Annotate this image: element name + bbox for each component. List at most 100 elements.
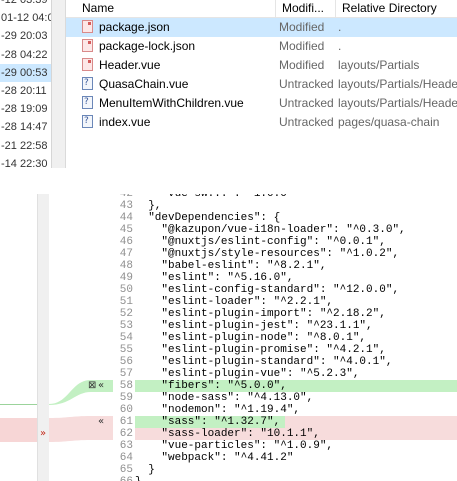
code-line[interactable]: "node-sass": "^4.13.0", <box>135 392 457 404</box>
date-item[interactable]: -12 03:39 <box>0 0 51 9</box>
date-item-selected[interactable]: -29 00:53 <box>0 63 51 82</box>
line-number: 49 <box>119 272 133 284</box>
code-line[interactable]: "sass": "^1.32.7", <box>135 416 457 428</box>
line-number: 52 <box>119 308 133 320</box>
line-number: 44 <box>119 212 133 224</box>
file-directory: layouts/Partials/Heade <box>338 96 457 110</box>
diff-connector <box>49 380 113 442</box>
line-number: 57 <box>119 368 133 380</box>
code-line[interactable]: "@nuxtjs/style-resources": "^1.0.2", <box>135 248 457 260</box>
line-number: 58 <box>119 380 133 392</box>
file-name: QuasaChain.vue <box>99 77 189 91</box>
file-status: Modified <box>279 39 325 53</box>
file-directory: pages/quasa-chain <box>338 115 440 129</box>
date-item[interactable]: -14 22:30 <box>0 155 51 168</box>
code-line[interactable]: "vue-particles": "^1.0.9", <box>135 440 457 452</box>
line-number: 61 <box>119 416 133 428</box>
file-directory: . <box>338 20 342 34</box>
line-number: 51 <box>119 296 133 308</box>
file-status: Modified <box>279 20 325 34</box>
copy-left-arrows[interactable]: « <box>98 416 104 428</box>
file-status: Untracked <box>279 77 334 91</box>
accept-change-icon[interactable]: ⊠ <box>88 380 96 392</box>
line-number: 59 <box>119 392 133 404</box>
file-name: package.json <box>99 20 170 34</box>
file-name: Header.vue <box>99 58 161 72</box>
code-line[interactable]: "nodemon": "^1.19.4", <box>135 404 457 416</box>
code-line[interactable]: "devDependencies": { <box>135 212 457 224</box>
copy-right-arrows[interactable]: » <box>40 428 46 440</box>
line-number: 64 <box>119 452 133 464</box>
code-line[interactable]: "@nuxtjs/eslint-config": "^0.0.1", <box>135 236 457 248</box>
line-number: 53 <box>119 320 133 332</box>
code-line[interactable]: "eslint-plugin-standard": "^4.0.1", <box>135 356 457 368</box>
code-line[interactable]: "fibers": "^5.0.0", <box>135 380 457 392</box>
column-header-status[interactable]: Modifi... <box>276 0 336 18</box>
file-row[interactable]: package-lock.json Modified . <box>66 37 457 56</box>
file-row[interactable]: index.vue Untracked pages/quasa-chain <box>66 113 457 132</box>
date-item[interactable]: 01-12 04:05 <box>0 9 51 27</box>
modified-file-icon <box>82 39 93 52</box>
code-line[interactable]: "eslint": "^5.16.0", <box>135 272 457 284</box>
date-item[interactable]: -28 19:09 <box>0 100 51 118</box>
date-item[interactable]: -28 14:47 <box>0 118 51 136</box>
line-number: 50 <box>119 284 133 296</box>
file-name: MenuItemWithChildren.vue <box>99 96 244 110</box>
line-number: 65 <box>119 464 133 476</box>
column-header-name[interactable]: Name <box>66 0 276 18</box>
date-item[interactable]: -29 20:03 <box>0 27 51 45</box>
untracked-file-icon <box>82 113 93 131</box>
untracked-file-icon <box>82 94 93 112</box>
line-number: 56 <box>119 356 133 368</box>
file-name: package-lock.json <box>99 39 196 53</box>
vertical-scrollbar[interactable] <box>52 0 66 168</box>
untracked-file-icon <box>82 75 93 93</box>
modified-file-icon <box>82 58 93 71</box>
file-row[interactable]: package.json Modified . <box>66 18 457 37</box>
file-row[interactable]: MenuItemWithChildren.vue Untracked layou… <box>66 94 457 113</box>
code-line[interactable]: "babel-eslint": "^8.2.1", <box>135 260 457 272</box>
file-row[interactable]: QuasaChain.vue Untracked layouts/Partial… <box>66 75 457 94</box>
file-directory: layouts/Partials <box>338 58 420 72</box>
date-item[interactable]: -28 20:11 <box>0 82 51 100</box>
line-number: 66 <box>113 476 135 481</box>
diff-view: ⊠ « » « 42 "vue-sw...": "1.0.0" 43 }, 44 "… <box>0 194 457 481</box>
line-number: 45 <box>119 224 133 236</box>
file-directory: . <box>338 39 342 53</box>
code-line[interactable]: "eslint-plugin-vue": "^5.2.3", <box>135 368 457 380</box>
file-status: Untracked <box>279 115 334 129</box>
line-number: 55 <box>119 344 133 356</box>
copy-left-arrows[interactable]: « <box>98 380 104 392</box>
code-line[interactable]: } <box>135 464 457 476</box>
code-line[interactable]: "eslint-plugin-jest": "^23.1.1", <box>135 320 457 332</box>
line-number: 54 <box>119 332 133 344</box>
code-line[interactable]: }, <box>135 200 457 212</box>
line-number: 43 <box>119 200 133 212</box>
line-number: 63 <box>119 440 133 452</box>
file-directory: layouts/Partials/Heade <box>338 77 457 91</box>
line-number: 60 <box>119 404 133 416</box>
file-row[interactable]: Header.vue Modified layouts/Partials <box>66 56 457 75</box>
table-header: Name Modifi... Relative Directory <box>66 0 457 18</box>
code-line[interactable]: } <box>135 476 457 481</box>
code-line[interactable]: "eslint-loader": "^2.2.1", <box>135 296 457 308</box>
date-item[interactable]: -28 04:22 <box>0 46 51 64</box>
line-number: 46 <box>119 236 133 248</box>
code-line[interactable]: "eslint-plugin-node": "^8.0.1", <box>135 332 457 344</box>
code-line[interactable]: "eslint-plugin-promise": "^4.2.1", <box>135 344 457 356</box>
left-removed-block <box>0 418 37 442</box>
code-line[interactable]: "webpack": "^4.41.2" <box>135 452 457 464</box>
changed-files-table: Name Modifi... Relative Directory packag… <box>66 0 457 168</box>
line-number: 47 <box>119 248 133 260</box>
code-line[interactable]: "@kazupon/vue-i18n-loader": "^0.3.0", <box>135 224 457 236</box>
date-item[interactable]: -21 22:58 <box>0 137 51 155</box>
code-line[interactable]: "eslint-plugin-import": "^2.18.2", <box>135 308 457 320</box>
commit-date-list[interactable]: -12 03:39 01-12 04:05 -29 20:03 -28 04:2… <box>0 0 52 168</box>
code-line[interactable]: "sass-loader": "10.1.1", <box>135 428 457 440</box>
pane-splitter[interactable] <box>0 168 457 194</box>
column-header-directory[interactable]: Relative Directory <box>336 0 457 18</box>
file-name: index.vue <box>99 115 151 129</box>
code-line[interactable]: "eslint-config-standard": "^12.0.0", <box>135 284 457 296</box>
line-number: 62 <box>119 428 133 440</box>
modified-file-icon <box>82 20 93 33</box>
